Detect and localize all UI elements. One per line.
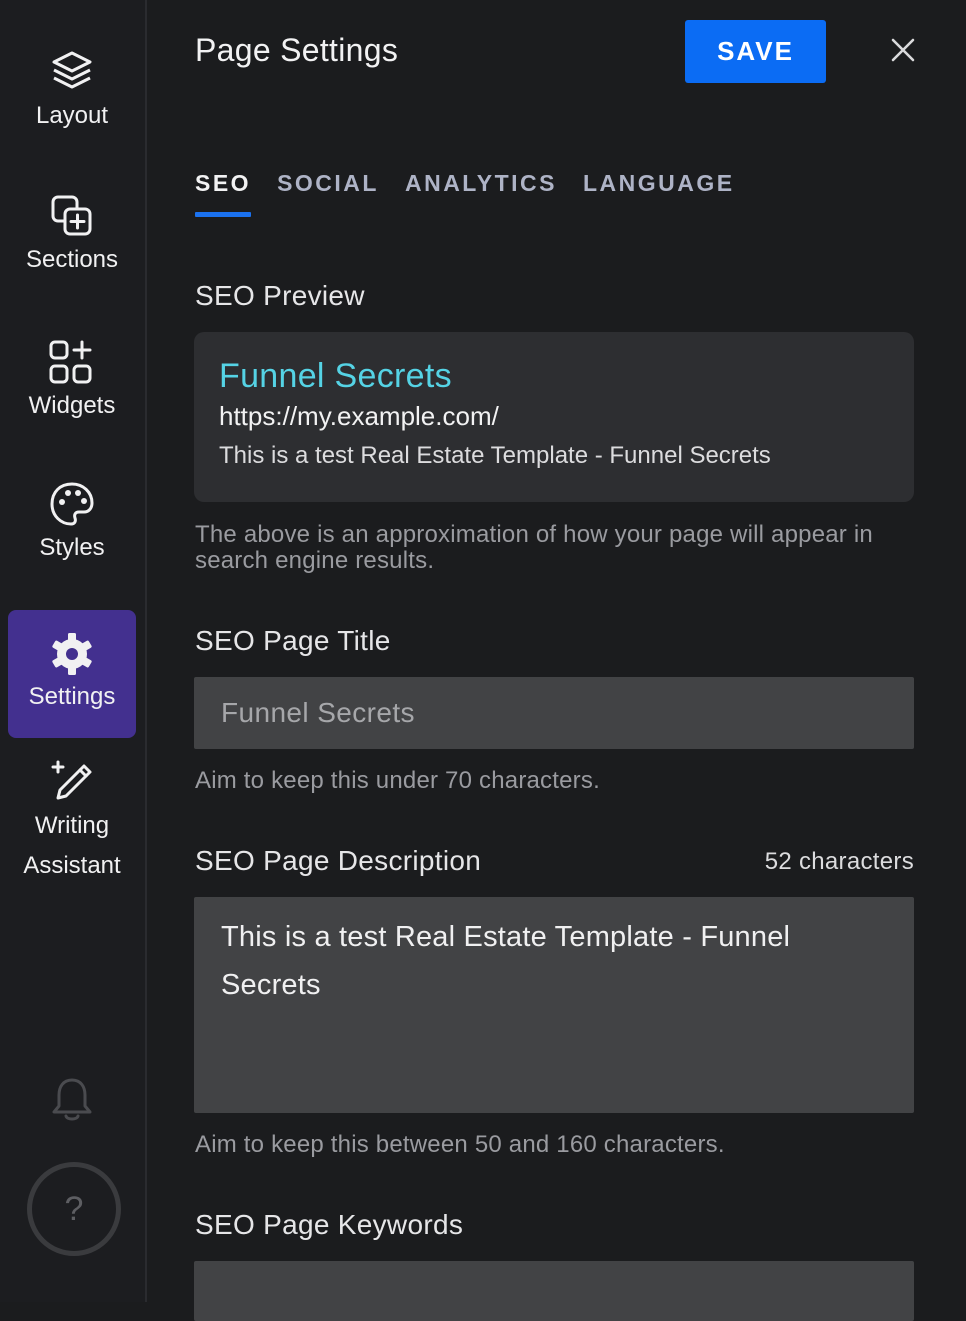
seo-preview-label: SEO Preview (195, 280, 365, 311)
page-description-hint: Aim to keep this between 50 and 160 char… (195, 1131, 725, 1158)
save-button[interactable]: SAVE (685, 20, 826, 83)
help-button[interactable]: ? (27, 1162, 121, 1256)
sidebar-item-styles[interactable]: Styles (8, 480, 136, 576)
seo-page-title-label: SEO Page Title (195, 625, 391, 656)
sidebar-item-label: Settings (28, 683, 116, 710)
tab-language[interactable]: LANGUAGE (583, 170, 735, 217)
page-title: Page Settings (195, 32, 399, 68)
settings-tabs: SEO SOCIAL ANALYTICS LANGUAGE (195, 170, 735, 217)
page-title-hint: Aim to keep this under 70 characters. (195, 767, 600, 794)
seo-preview-card: Funnel Secrets https://my.example.com/ T… (194, 332, 914, 502)
sidebar-item-writing-assistant[interactable]: Writing Assistant (8, 760, 136, 890)
add-section-icon (51, 195, 92, 236)
palette-icon (50, 482, 94, 526)
sidebar: Layout Sections Widgets Styles Settings … (0, 0, 147, 1302)
preview-title: Funnel Secrets (219, 357, 452, 395)
tab-seo[interactable]: SEO (195, 170, 252, 217)
sidebar-item-label: Styles (39, 534, 105, 561)
sidebar-item-layout[interactable]: Layout (8, 48, 136, 144)
sidebar-item-label: Layout (35, 102, 109, 129)
gear-icon (52, 633, 92, 675)
bell-icon[interactable] (50, 1076, 94, 1124)
page-settings-app: Layout Sections Widgets Styles Settings … (0, 0, 966, 1321)
seo-page-description-label: SEO Page Description (195, 845, 482, 876)
tab-social[interactable]: SOCIAL (277, 170, 379, 217)
sidebar-item-widgets[interactable]: Widgets (8, 336, 136, 432)
sidebar-item-label: Writing (34, 812, 110, 839)
seo-page-title-input[interactable]: Funnel Secrets (194, 677, 914, 749)
preview-url: https://my.example.com/ (219, 401, 499, 431)
seo-page-description-textarea[interactable]: This is a test Real Estate Template - Fu… (194, 897, 914, 1113)
sidebar-item-label: Widgets (28, 392, 116, 419)
sidebar-item-label: Assistant (23, 852, 121, 879)
seo-page-keywords-input[interactable] (194, 1261, 914, 1321)
preview-description: This is a test Real Estate Template - Fu… (219, 442, 771, 469)
magic-pen-icon (51, 760, 92, 800)
description-character-count: 52 characters (764, 848, 914, 875)
tab-analytics[interactable]: ANALYTICS (405, 170, 557, 217)
help-label: ? (64, 1189, 84, 1228)
close-icon[interactable] (891, 38, 915, 62)
page-settings-panel: Page Settings SAVE SEO SOCIAL ANALYTICS … (147, 0, 966, 1321)
layers-icon (52, 51, 92, 89)
seo-page-keywords-label: SEO Page Keywords (195, 1209, 464, 1240)
preview-note: The above is an approximation of how you… (195, 521, 873, 574)
sidebar-item-label: Sections (25, 246, 119, 273)
widgets-icon (49, 340, 92, 384)
sidebar-item-settings[interactable]: Settings (8, 610, 136, 738)
sidebar-item-sections[interactable]: Sections (8, 192, 136, 288)
